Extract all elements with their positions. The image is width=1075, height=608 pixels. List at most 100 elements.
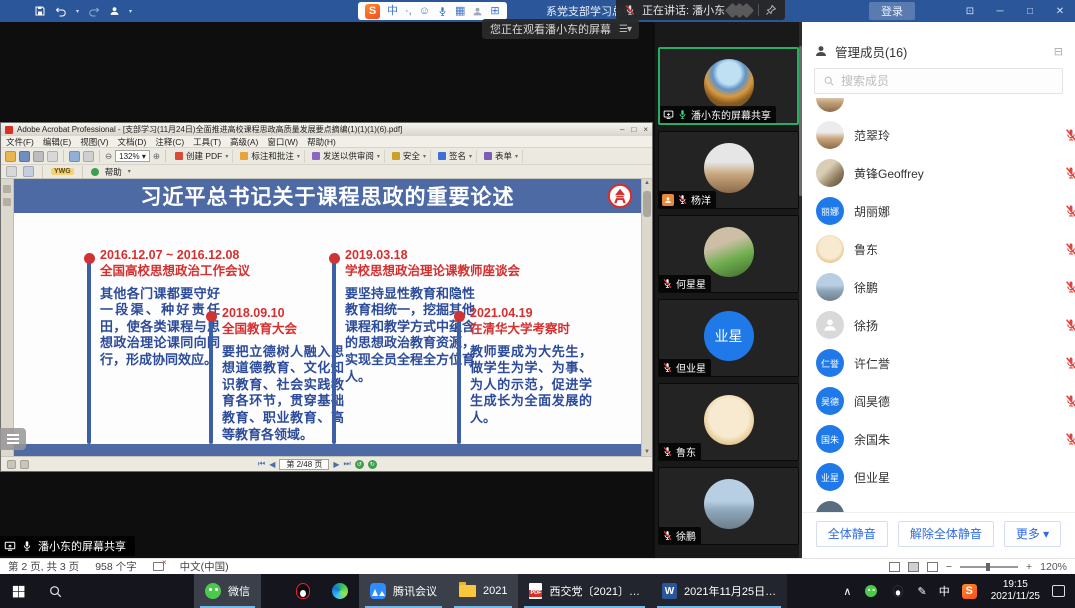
create-pdf-button[interactable]: 创建 PDF▾ [171,150,233,163]
ime-mic-icon[interactable] [437,6,448,17]
member-row[interactable]: 范翠玲 [802,116,1075,154]
ribbon-display-options-button[interactable]: ⊡ [955,0,985,22]
taskbar-qq[interactable] [285,574,321,608]
tray-ime-lang[interactable]: 中 [933,583,956,599]
ime-lang-toggle[interactable]: 中 [387,6,398,17]
send-for-review-button[interactable]: 发送以供审阅▾ [308,150,385,163]
tray-pen-icon[interactable]: ✎ [911,585,932,598]
video-tile[interactable]: 杨洋 [658,131,799,209]
video-strip-scrollbar[interactable] [799,22,802,558]
taskbar-clock[interactable]: 19:15 2021/11/25 [983,579,1048,603]
zoom-slider[interactable] [960,566,1018,568]
page-indicator[interactable]: 第 2/48 页 [279,459,329,470]
member-search-box[interactable] [814,68,1063,94]
first-page-icon[interactable]: ⏮ [258,459,265,469]
muted-mic-icon[interactable] [1064,128,1075,142]
acrobat-titlebar[interactable]: Adobe Acrobat Professional - [支部学习(11月24… [1,123,652,136]
member-row[interactable]: 丽娜 胡丽娜 [802,192,1075,230]
menu-comments[interactable]: 注释(C) [155,136,184,148]
status-icon[interactable] [20,460,29,469]
tray-expand-icon[interactable]: ∧ [837,585,857,598]
unmute-all-button[interactable]: 解除全体静音 [898,521,994,547]
video-tile[interactable]: 徐鹏 [658,467,799,545]
action-center-icon[interactable] [1052,585,1065,597]
forms-button[interactable]: 表单▾ [480,150,523,163]
page-info[interactable]: 第 2 页, 共 3 页 [8,559,79,574]
member-row[interactable]: 业星 但业星 [802,458,1075,496]
zoom-out-icon[interactable]: ⊖ [105,151,112,162]
member-row[interactable]: 黄锋Geoffrey [802,154,1075,192]
muted-mic-icon[interactable] [1064,432,1075,446]
member-row-partial[interactable] [802,496,1075,512]
muted-mic-icon[interactable] [1064,242,1075,256]
zoom-percent[interactable]: 120% [1040,561,1067,573]
member-row[interactable]: 徐扬 [802,306,1075,344]
menu-tools[interactable]: 工具(T) [193,136,221,148]
panel-layout-icon[interactable]: ⊟ [1054,45,1063,58]
muted-mic-icon[interactable] [1064,166,1075,180]
zoom-out-icon[interactable]: − [946,561,952,573]
ime-toolbox-icon[interactable]: ⊞ [490,6,499,17]
pdf-scrollbar[interactable]: ▲▼ [641,179,652,456]
tray-sogou-icon[interactable]: S [956,584,983,599]
taskbar-edge[interactable] [321,574,359,608]
undo-icon[interactable] [55,5,67,17]
tray-qq-icon[interactable] [885,583,911,599]
qat-customize-caret-icon[interactable]: ▾ [129,8,132,15]
next-view-icon[interactable]: ↻ [368,460,377,469]
video-tile[interactable]: 业星 但业星 [658,299,799,377]
acrobat-close-button[interactable]: × [643,125,648,134]
language-indicator[interactable]: 中文(中国) [180,559,229,574]
close-button[interactable]: ✕ [1045,0,1075,22]
muted-mic-icon[interactable] [1064,318,1075,332]
menu-file[interactable]: 文件(F) [6,136,34,148]
login-button[interactable]: 登录 [869,2,915,20]
zoom-level-box[interactable]: 132% ▾ [115,150,150,162]
member-row[interactable]: 昊德 阎昊德 [802,382,1075,420]
hand-tool-icon[interactable] [69,151,80,162]
taskbar-meeting[interactable]: 腾讯会议 [359,574,448,608]
pin-icon[interactable] [765,4,777,16]
video-tile[interactable]: 潘小东的屏幕共享 [658,47,799,125]
menu-help[interactable]: 帮助(H) [307,136,336,148]
ime-keyboard-icon[interactable]: ▦ [455,6,465,17]
video-tile[interactable]: 鲁东 [658,383,799,461]
select-tool-icon[interactable] [83,151,94,162]
print-layout-icon[interactable] [908,562,919,572]
taskbar-pdf-doc[interactable]: PDF 西交党〔2021〕… [518,574,650,608]
member-search-input[interactable] [841,74,1054,88]
secure-button[interactable]: 安全▾ [388,150,431,163]
taskbar-folder[interactable]: 2021 [448,574,518,608]
zoom-in-icon[interactable]: + [1026,561,1032,573]
minimize-button[interactable]: ─ [985,0,1015,22]
zoom-in-icon[interactable]: ⊕ [153,151,160,162]
menu-edit[interactable]: 编辑(E) [43,136,71,148]
prev-view-icon[interactable]: ↺ [355,460,364,469]
sogou-logo-icon[interactable]: S [365,4,380,19]
sign-button[interactable]: 签名▾ [434,150,477,163]
banner-menu-icon[interactable]: ☰▾ [619,24,631,35]
video-tile[interactable]: 何星星 [658,215,799,293]
taskbar-wechat[interactable]: 微信 [194,574,261,608]
word-count[interactable]: 958 个字 [95,559,136,574]
more-button[interactable]: 更多 ▾ [1004,521,1061,547]
menu-view[interactable]: 视图(V) [80,136,108,148]
open-icon[interactable] [5,151,16,162]
mute-all-button[interactable]: 全体静音 [816,521,888,547]
help-button[interactable]: 帮助 [105,166,122,178]
ime-profile-icon[interactable] [472,6,483,17]
last-page-icon[interactable]: ⏭ [344,459,351,469]
email-icon[interactable] [47,151,58,162]
next-page-icon[interactable]: ▶ [333,460,339,469]
acrobat-restore-button[interactable]: □ [631,125,636,134]
muted-mic-icon[interactable] [1064,356,1075,370]
start-button[interactable] [0,574,37,608]
ime-emoji-icon[interactable]: ☺ [419,6,430,17]
tray-wechat-icon[interactable] [857,583,885,599]
plugin-button[interactable]: YWG [51,168,74,175]
taskbar-search-button[interactable] [37,574,74,608]
print-icon[interactable] [33,151,44,162]
comment-markup-button[interactable]: 标注和批注▾ [236,150,305,163]
undo-caret-icon[interactable]: ▾ [76,8,79,15]
ime-punctuation-icon[interactable]: ·, [405,6,412,17]
